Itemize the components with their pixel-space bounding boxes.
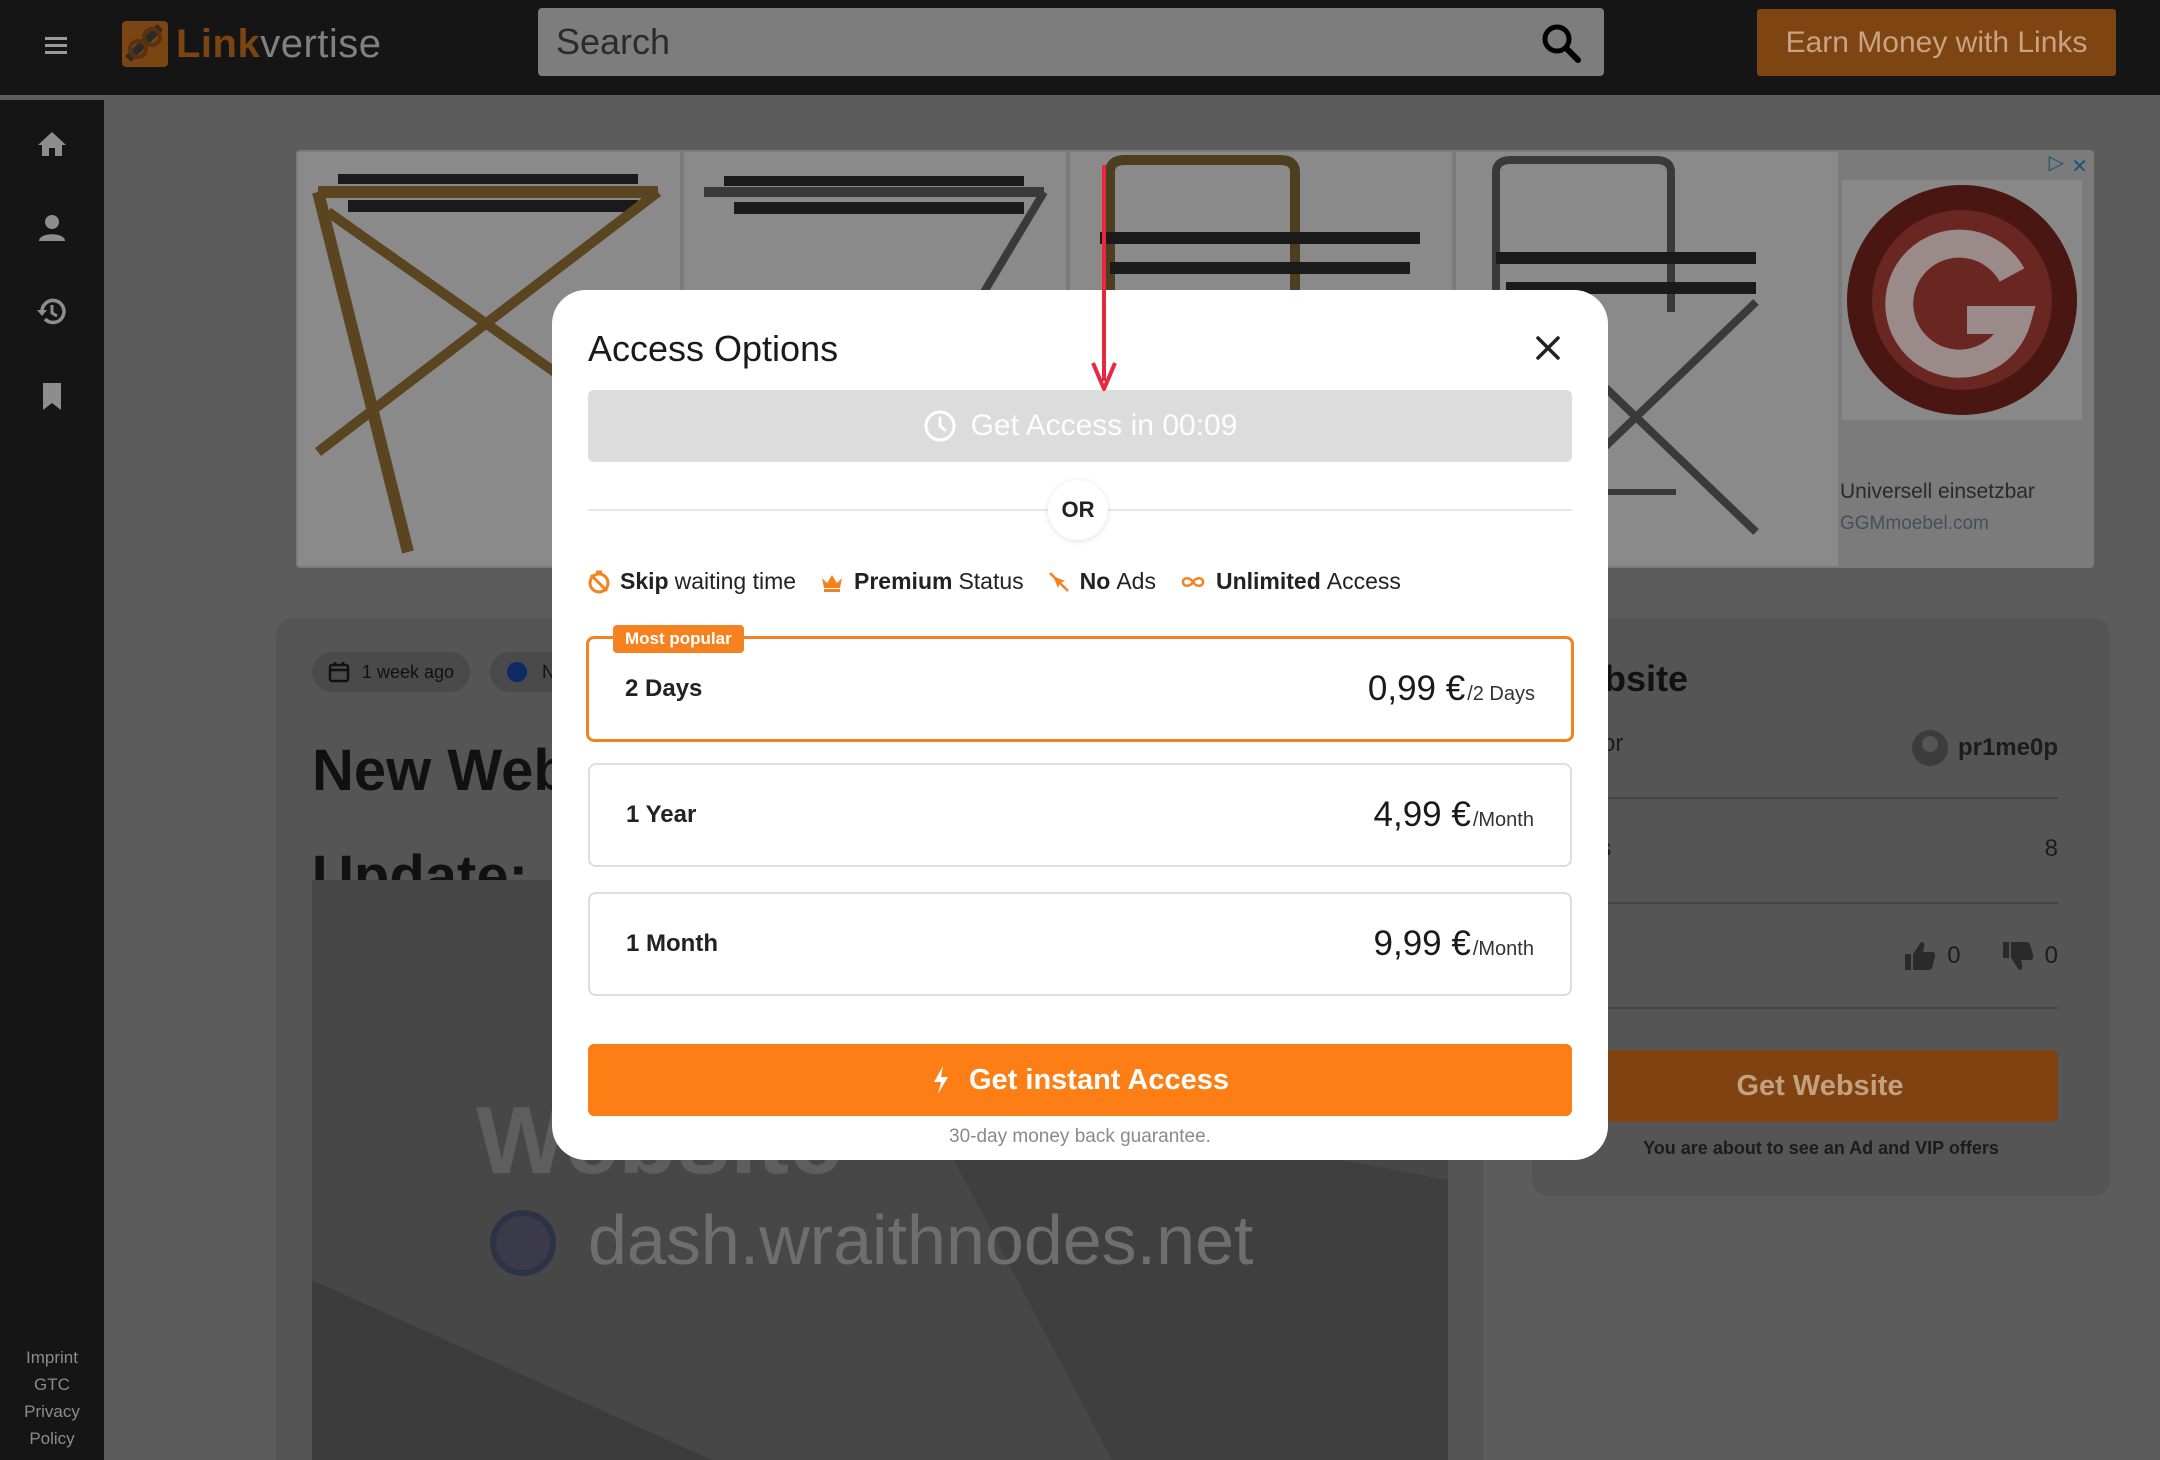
- sidebar: Imprint GTC Privacy Policy: [0, 100, 104, 1460]
- or-badge: OR: [1048, 480, 1108, 540]
- plan-price: 9,99 € /Month: [1373, 924, 1534, 963]
- history-icon[interactable]: [36, 296, 68, 328]
- feature-unlimited-access: Unlimited Access: [1180, 568, 1401, 595]
- plan-1-month[interactable]: 1 Month 9,99 € /Month: [588, 892, 1572, 996]
- lightning-icon: [933, 1066, 948, 1094]
- plan-name: 1 Month: [626, 930, 718, 957]
- top-bar: Linkvertise Earn Money with Links: [0, 0, 2160, 95]
- logo-icon: [122, 21, 168, 67]
- get-website-button[interactable]: Get Website: [1582, 1050, 2058, 1122]
- globe-icon: [490, 1210, 556, 1276]
- logo[interactable]: Linkvertise: [120, 18, 382, 70]
- money-back-guarantee: 30-day money back guarantee.: [949, 1126, 1211, 1147]
- search-bar: [538, 8, 1604, 76]
- sidebar-footer-links: Imprint GTC Privacy Policy: [0, 1344, 104, 1452]
- search-icon[interactable]: [1540, 22, 1582, 64]
- ad-headline[interactable]: Universell einsetzbar: [1840, 480, 2035, 504]
- no-ads-icon: [1048, 571, 1069, 592]
- thumbs-up-icon[interactable]: [1903, 940, 1937, 972]
- home-icon[interactable]: [36, 128, 68, 160]
- get-access-timer-button[interactable]: Get Access in 00:09: [588, 390, 1572, 462]
- feature-premium-status: Premium Status: [820, 568, 1024, 595]
- premium-features: Skip waiting time Premium Status No Ads Unl…: [588, 568, 1425, 595]
- policy-link[interactable]: Policy: [0, 1425, 104, 1452]
- date-badge: 1 week ago: [312, 652, 471, 692]
- views-count: 8: [2044, 835, 2058, 862]
- timer-label: Get Access in 00:09: [970, 409, 1238, 442]
- feature-skip-waiting: Skip waiting time: [588, 568, 796, 595]
- plan-price: 4,99 € /Month: [1373, 795, 1534, 834]
- infinity-icon: [1181, 576, 1205, 587]
- ad-notice: You are about to see an Ad and VIP offer…: [1643, 1138, 1999, 1158]
- get-instant-access-button[interactable]: Get instant Access: [588, 1044, 1572, 1116]
- logo-text: Linkvertise: [176, 21, 382, 66]
- globe-logo-image: [1847, 185, 2077, 415]
- plan-2-days[interactable]: Most popular 2 Days 0,99 € /2 Days: [586, 625, 1574, 742]
- ad-sidebar: ▷ ✕ Universell einsetzbar GGMmoebel.com: [1840, 150, 2094, 568]
- ad-image[interactable]: [1842, 180, 2082, 420]
- clock-icon: [924, 410, 956, 442]
- dislikes-count: 0: [2044, 942, 2058, 969]
- rating-row: ng 0 0: [1582, 904, 2058, 1009]
- likes-count: 0: [1947, 942, 1961, 969]
- link-info-card: ebsite ator pr1me0p ws 8 ng 0 0 Get Webs…: [1532, 618, 2110, 1196]
- close-icon[interactable]: [1530, 330, 1566, 366]
- category-icon: [507, 662, 527, 682]
- crown-icon: [822, 574, 843, 592]
- gtc-link[interactable]: GTC: [0, 1371, 104, 1398]
- no-timer-icon: [588, 570, 610, 593]
- annotation-arrow: [1091, 165, 1117, 391]
- creator-name[interactable]: pr1me0p: [1958, 734, 2058, 762]
- plan-1-year[interactable]: 1 Year 4,99 € /Month: [588, 763, 1572, 867]
- menu-icon[interactable]: [40, 30, 72, 62]
- ad-domain[interactable]: GGMmoebel.com: [1840, 513, 1989, 535]
- most-popular-badge: Most popular: [613, 625, 744, 653]
- plan-name: 1 Year: [626, 801, 697, 828]
- access-options-modal: Access Options Get Access in 00:09 OR Sk…: [552, 290, 1608, 1160]
- plan-name: 2 Days: [625, 675, 703, 702]
- preview-domain: dash.wraithnodes.net: [588, 1201, 1254, 1279]
- person-icon[interactable]: [36, 212, 68, 244]
- instant-access-label: Get instant Access: [968, 1063, 1230, 1096]
- privacy-link[interactable]: Privacy: [0, 1398, 104, 1425]
- bookmark-icon[interactable]: [36, 380, 68, 412]
- modal-title: Access Options: [588, 328, 839, 369]
- close-ad-icon[interactable]: ✕: [2071, 154, 2088, 179]
- search-input[interactable]: [556, 8, 1516, 76]
- adchoices-icon[interactable]: ▷: [2049, 150, 2064, 175]
- imprint-link[interactable]: Imprint: [0, 1344, 104, 1371]
- earn-money-button[interactable]: Earn Money with Links: [1757, 9, 2116, 76]
- avatar[interactable]: [1911, 730, 1948, 766]
- feature-no-ads: No Ads: [1048, 568, 1156, 595]
- thumbs-down-icon[interactable]: [2001, 940, 2035, 972]
- creator-row: ator pr1me0p: [1582, 694, 2058, 799]
- views-row: ws 8: [1582, 799, 2058, 904]
- plan-price: 0,99 € /2 Days: [1367, 669, 1535, 708]
- calendar-icon: [328, 662, 350, 683]
- date-text: 1 week ago: [362, 661, 455, 682]
